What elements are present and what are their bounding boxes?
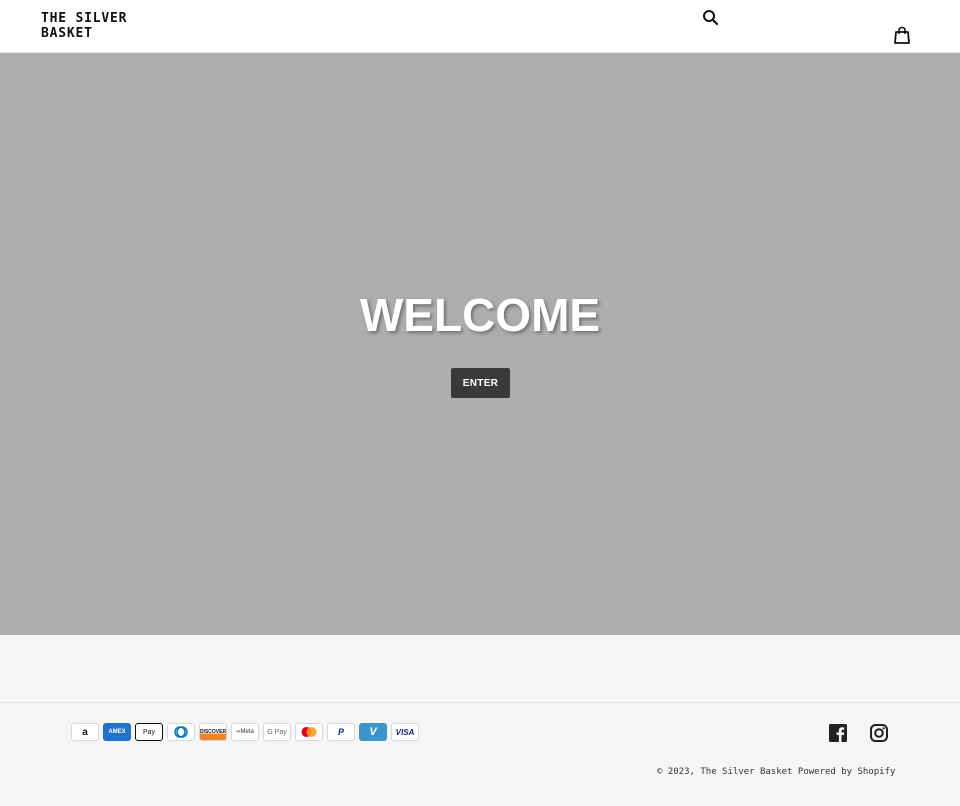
logo-line-2: BASKET (41, 26, 93, 41)
discover-icon: DISCOVER (199, 723, 227, 741)
hero-heading: WELCOME (359, 289, 601, 341)
mastercard-icon (295, 723, 323, 741)
cart-icon[interactable] (893, 26, 911, 44)
hero-banner: WELCOME ENTER (0, 53, 960, 635)
search-icon[interactable] (701, 8, 721, 28)
google-pay-icon: G Pay (263, 723, 291, 741)
logo-line-1: THE SILVER (41, 11, 128, 26)
meta-pay-icon: ∞Meta (231, 723, 259, 741)
store-logo[interactable]: THE SILVER BASKET (41, 11, 151, 41)
site-header: THE SILVER BASKET (0, 0, 960, 53)
copyright-notice: © 2023, The Silver Basket Powered by Sho… (657, 767, 895, 777)
apple-pay-icon: Pay (135, 723, 163, 741)
site-footer: a AMEX Pay DISCOVER ∞Meta G Pay P V VISA… (0, 635, 960, 806)
visa-icon: VISA (391, 723, 419, 741)
payment-methods: a AMEX Pay DISCOVER ∞Meta G Pay P V VISA (71, 723, 419, 741)
store-name-link[interactable]: The Silver Basket (700, 767, 792, 777)
footer-divider (0, 702, 960, 703)
instagram-icon[interactable] (869, 723, 889, 743)
venmo-icon: V (359, 723, 387, 741)
powered-by-link[interactable]: Powered by Shopify (798, 767, 896, 777)
amex-icon: AMEX (103, 723, 131, 741)
diners-club-icon (167, 723, 195, 741)
facebook-icon[interactable] (828, 723, 848, 743)
copyright-prefix: © 2023, (657, 767, 695, 777)
amazon-icon: a (71, 723, 99, 741)
paypal-icon: P (327, 723, 355, 741)
enter-button[interactable]: ENTER (451, 368, 510, 398)
